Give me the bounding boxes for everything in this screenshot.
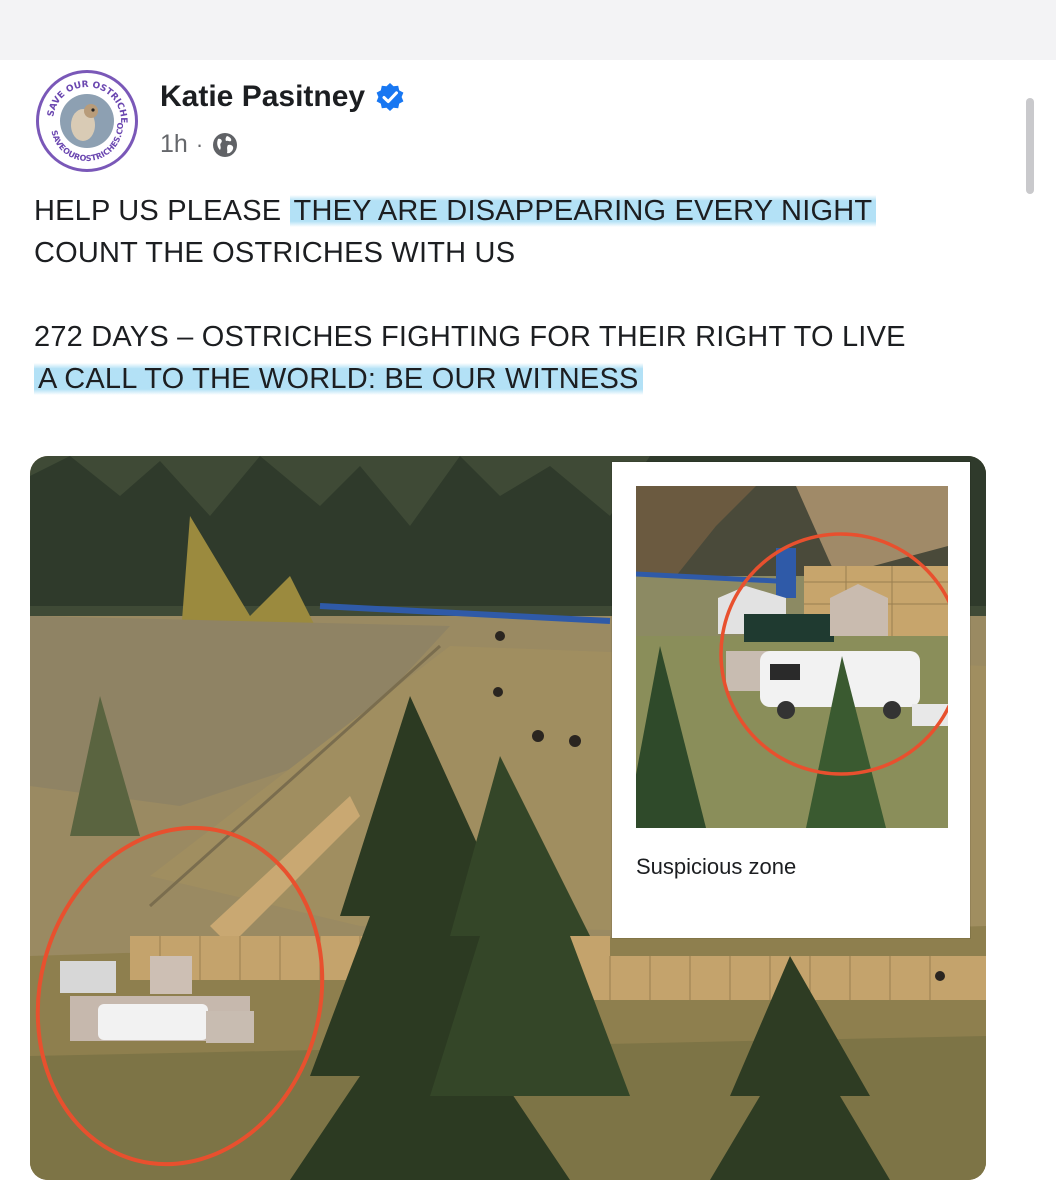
verified-badge-icon (376, 83, 404, 111)
highlight-call-to-world: A CALL TO THE WORLD: BE OUR WITNESS (34, 363, 643, 395)
post-line-4: A CALL TO THE WORLD: BE OUR WITNESS (34, 358, 1024, 400)
avatar[interactable]: SAVE OUR OSTRICHES SAVEOUROSTRICHES.COM (36, 70, 138, 172)
globe-icon (213, 132, 238, 157)
highlight-disappearing: THEY ARE DISAPPEARING EVERY NIGHT (289, 195, 877, 227)
meta-separator: · (195, 131, 204, 157)
post-line-1-plain: HELP US PLEASE (34, 195, 290, 227)
post-line-2: COUNT THE OSTRICHES WITH US (34, 237, 516, 269)
author-row[interactable]: Katie Pasitney (160, 80, 405, 114)
inset-photo[interactable] (636, 486, 948, 828)
post-time[interactable]: 1h (160, 130, 188, 159)
post-meta: 1h · (160, 130, 239, 159)
post-text: HELP US PLEASE THEY ARE DISAPPEARING EVE… (34, 190, 1024, 400)
scrollbar[interactable] (1026, 98, 1034, 194)
inset-caption: Suspicious zone (636, 854, 797, 879)
inset-panel: Suspicious zone (612, 462, 970, 938)
post-line-3: 272 DAYS – OSTRICHES FIGHTING FOR THEIR … (34, 321, 906, 353)
author-name[interactable]: Katie Pasitney (160, 80, 365, 114)
post-line-1: HELP US PLEASE THEY ARE DISAPPEARING EVE… (34, 190, 1024, 232)
